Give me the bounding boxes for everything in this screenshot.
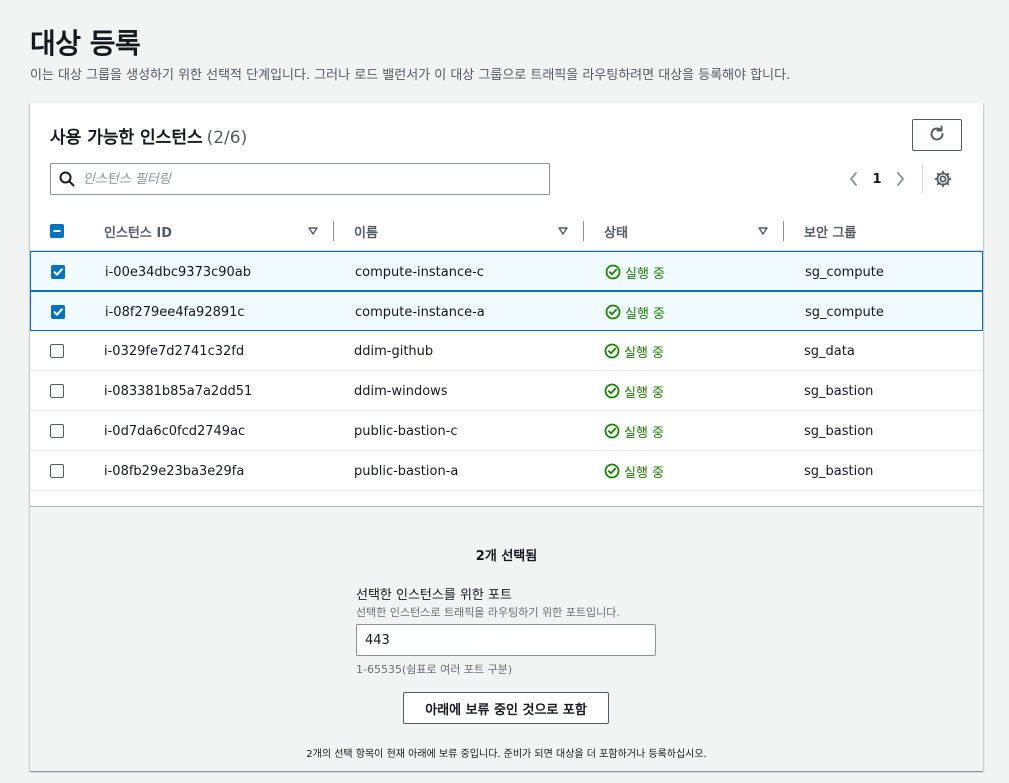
port-hint: 선택한 인스턴스로 트래픽을 라우팅하기 위한 포트입니다. xyxy=(356,606,620,619)
row-checkbox[interactable] xyxy=(51,305,65,319)
instance-name: ddim-windows xyxy=(354,383,448,399)
table-row[interactable]: i-0329fe7d2741c32fd ddim-github 실행 중 sg_dat… xyxy=(30,331,983,371)
row-checkbox[interactable] xyxy=(51,265,65,279)
status-text: 실행 중 xyxy=(625,306,666,322)
refresh-button[interactable] xyxy=(912,119,962,151)
check-circle-icon xyxy=(604,343,620,359)
status-text: 실행 중 xyxy=(624,345,665,361)
column-divider[interactable] xyxy=(583,221,584,241)
check-circle-icon xyxy=(605,264,621,280)
page-title: 대상 등록 xyxy=(30,27,141,60)
select-all-checkbox[interactable] xyxy=(50,224,64,238)
search-icon xyxy=(51,171,83,187)
check-circle-icon xyxy=(605,304,621,320)
port-range-hint: 1-65535(쉼표로 여러 포트 구분) xyxy=(356,663,513,676)
sort-icon[interactable] xyxy=(558,211,568,251)
status: 실행 중 xyxy=(604,411,664,451)
pagination: 1 xyxy=(842,165,955,193)
selection-footer: 2개 선택됨 선택한 인스턴스를 위한 포트 선택한 인스턴스로 트래픽을 라우… xyxy=(30,506,983,771)
instance-name: public-bastion-a xyxy=(354,463,459,479)
security-group: sg_bastion xyxy=(804,383,874,399)
column-header-instance-id[interactable]: 인스턴스 ID xyxy=(104,211,172,251)
status: 실행 중 xyxy=(604,451,664,491)
row-checkbox[interactable] xyxy=(50,424,64,438)
table-row[interactable]: i-083381b85a7a2dd51 ddim-windows 실행 중 sg_ba… xyxy=(30,371,983,411)
instance-name: compute-instance-c xyxy=(355,264,484,280)
check-circle-icon xyxy=(604,383,620,399)
page-description: 이는 대상 그룹을 생성하기 위한 선택적 단계입니다. 그러나 로드 밸런서가… xyxy=(30,68,791,83)
security-group: sg_compute xyxy=(805,304,884,320)
status: 실행 중 xyxy=(605,252,665,292)
security-group: sg_compute xyxy=(805,264,884,280)
pager-divider xyxy=(922,165,923,193)
port-label: 선택한 인스턴스를 위한 포트 xyxy=(356,588,512,603)
status-text: 실행 중 xyxy=(624,385,665,401)
column-label: 상태 xyxy=(604,225,628,241)
sort-icon[interactable] xyxy=(308,211,318,251)
table-row[interactable]: i-0d7da6c0fcd2749ac public-bastion-c 실행 중 s… xyxy=(30,411,983,451)
status: 실행 중 xyxy=(604,331,664,371)
next-page-button[interactable] xyxy=(888,167,912,191)
instance-id: i-08f279ee4fa92891c xyxy=(105,304,245,320)
current-page[interactable]: 1 xyxy=(866,172,888,187)
refresh-icon xyxy=(928,125,946,146)
status: 실행 중 xyxy=(604,371,664,411)
column-label: 이름 xyxy=(354,225,378,241)
instance-name: public-bastion-c xyxy=(354,423,458,439)
status-text: 실행 중 xyxy=(625,266,666,282)
instance-id: i-083381b85a7a2dd51 xyxy=(104,383,253,399)
row-checkbox[interactable] xyxy=(50,464,64,478)
instance-id: i-0329fe7d2741c32fd xyxy=(104,343,245,359)
check-circle-icon xyxy=(604,463,620,479)
column-divider[interactable] xyxy=(333,221,334,241)
panel-title-text: 사용 가능한 인스턴스 xyxy=(50,128,203,148)
preferences-button[interactable] xyxy=(931,167,955,191)
filter-input[interactable] xyxy=(83,165,543,193)
table-row[interactable]: i-00e34dbc9373c90ab compute-instance-c 실행 … xyxy=(30,251,983,291)
row-checkbox[interactable] xyxy=(50,384,64,398)
column-header-security-group[interactable]: 보안 그룹 xyxy=(804,211,856,251)
sort-icon[interactable] xyxy=(758,211,768,251)
selected-count: 2개 선택됨 xyxy=(475,549,538,564)
table-header: 인스턴스 ID 이름 상태 보안 그룹 xyxy=(30,211,983,251)
instance-filter[interactable] xyxy=(50,163,550,195)
available-instances-panel: 사용 가능한 인스턴스(2/6) 1 인스턴스 ID 이름 xyxy=(30,103,983,771)
instance-id: i-00e34dbc9373c90ab xyxy=(105,264,252,280)
check-circle-icon xyxy=(604,423,620,439)
include-as-pending-button[interactable]: 아래에 보류 중인 것으로 포함 xyxy=(403,692,609,724)
status: 실행 중 xyxy=(605,292,665,332)
chevron-right-icon xyxy=(897,172,904,186)
security-group: sg_bastion xyxy=(804,463,874,479)
column-header-status[interactable]: 상태 xyxy=(604,211,628,251)
pending-note: 2개의 선택 항목이 현재 아래에 보류 중입니다. 준비가 되면 대상을 더 … xyxy=(306,749,707,760)
status-text: 실행 중 xyxy=(624,425,665,441)
row-checkbox[interactable] xyxy=(50,344,64,358)
selection-count: (2/6) xyxy=(206,128,248,148)
security-group: sg_bastion xyxy=(804,423,874,439)
instance-id: i-0d7da6c0fcd2749ac xyxy=(104,423,246,439)
table-row[interactable]: i-08f279ee4fa92891c compute-instance-a 실행 … xyxy=(30,291,983,331)
panel-title: 사용 가능한 인스턴스 (2/6) xyxy=(50,123,247,148)
previous-page-button[interactable] xyxy=(842,167,866,191)
column-label: 인스턴스 ID xyxy=(104,225,172,241)
column-divider[interactable] xyxy=(783,221,784,241)
security-group: sg_data xyxy=(804,343,855,359)
instance-id: i-08fb29e23ba3e29fa xyxy=(104,463,245,479)
column-label: 보안 그룹 xyxy=(804,225,857,241)
instance-name: ddim-github xyxy=(354,343,434,359)
column-header-name[interactable]: 이름 xyxy=(354,211,378,251)
status-text: 실행 중 xyxy=(624,465,665,481)
gear-icon xyxy=(934,170,952,188)
port-input[interactable] xyxy=(356,624,656,656)
chevron-left-icon xyxy=(850,172,857,186)
instance-name: compute-instance-a xyxy=(355,304,485,320)
table-row[interactable]: i-08fb29e23ba3e29fa public-bastion-a 실행 중 s… xyxy=(30,451,983,491)
